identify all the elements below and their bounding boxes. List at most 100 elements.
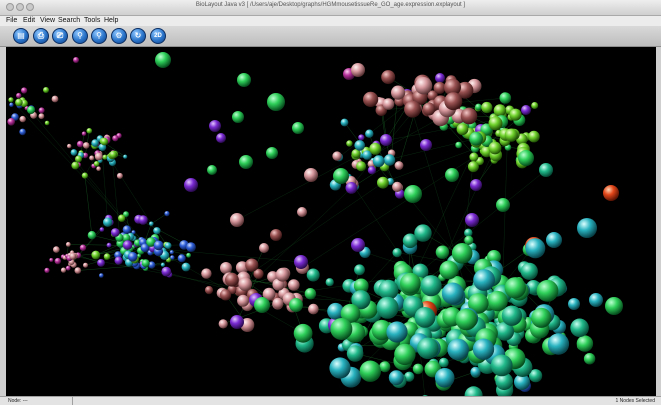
graph-node[interactable] [577, 218, 597, 238]
graph-node[interactable] [91, 139, 99, 147]
graph-node[interactable] [456, 309, 478, 331]
graph-node[interactable] [521, 105, 531, 115]
graph-node[interactable] [386, 321, 407, 342]
graph-node[interactable] [20, 116, 26, 122]
graph-node[interactable] [230, 213, 244, 227]
graph-node[interactable] [305, 288, 316, 299]
graph-node[interactable] [44, 268, 49, 273]
graph-node[interactable] [43, 87, 49, 93]
graph-node[interactable] [494, 104, 506, 116]
graph-node[interactable] [354, 264, 365, 275]
graph-node[interactable] [346, 140, 352, 146]
graph-node[interactable] [27, 106, 35, 114]
zoom-button[interactable]: ⚲ [72, 28, 88, 44]
graph-node[interactable] [288, 279, 300, 291]
graph-node[interactable] [71, 149, 78, 156]
graph-node[interactable] [415, 307, 436, 328]
graph-node[interactable] [502, 306, 522, 326]
graph-node[interactable] [365, 130, 373, 138]
rotate-button[interactable]: ↻ [130, 28, 146, 44]
graph-node[interactable] [304, 168, 318, 182]
graph-node[interactable] [82, 132, 86, 136]
view-2d-button[interactable]: 2D [150, 28, 166, 44]
graph-node[interactable] [153, 227, 160, 234]
graph-node[interactable] [356, 161, 366, 171]
graph-node[interactable] [518, 150, 534, 166]
graph-node[interactable] [123, 240, 133, 250]
graph-node[interactable] [94, 161, 100, 167]
graph-node[interactable] [216, 133, 226, 143]
print-button[interactable]: ⎚ [52, 28, 68, 44]
graph-node[interactable] [464, 236, 473, 245]
graph-node[interactable] [539, 163, 553, 177]
graph-node[interactable] [83, 263, 88, 268]
graph-node[interactable] [442, 283, 464, 305]
graph-node[interactable] [413, 364, 424, 375]
graph-node[interactable] [16, 93, 21, 98]
graph-node[interactable] [489, 116, 503, 130]
graph-node[interactable] [95, 153, 103, 161]
graph-node[interactable] [421, 275, 442, 296]
graph-node[interactable] [237, 295, 249, 307]
graph-node[interactable] [99, 273, 104, 278]
graph-node[interactable] [358, 134, 364, 140]
menu-edit[interactable]: Edit [23, 17, 35, 24]
graph-node[interactable] [87, 128, 93, 134]
menu-view[interactable]: View [40, 17, 55, 24]
graph-node[interactable] [326, 278, 334, 286]
graph-node[interactable] [66, 266, 71, 271]
graph-node[interactable] [505, 277, 526, 298]
graph-node[interactable] [308, 304, 319, 315]
graph-node[interactable] [111, 228, 120, 237]
graph-node[interactable] [220, 262, 232, 274]
graph-node[interactable] [21, 87, 27, 93]
graph-node[interactable] [377, 177, 389, 189]
graph-node[interactable] [420, 139, 432, 151]
graph-node[interactable] [273, 298, 284, 309]
graph-node[interactable] [67, 144, 71, 148]
menu-help[interactable]: Help [104, 17, 118, 24]
graph-node[interactable] [346, 182, 358, 194]
graph-node[interactable] [115, 257, 123, 265]
graph-node[interactable] [209, 120, 221, 132]
graph-node[interactable] [297, 207, 307, 217]
graph-node[interactable] [469, 132, 483, 146]
graph-node[interactable] [447, 339, 469, 361]
graph-node[interactable] [333, 168, 349, 184]
graph-node[interactable] [49, 258, 53, 262]
graph-node[interactable] [329, 357, 350, 378]
graph-node[interactable] [66, 242, 71, 247]
graph-node[interactable] [393, 248, 402, 257]
graph-node[interactable] [205, 286, 213, 294]
graph-node[interactable] [589, 293, 603, 307]
graph-node[interactable] [104, 253, 111, 260]
graph-node[interactable] [354, 140, 365, 151]
graph-node[interactable] [475, 104, 482, 111]
graph-node[interactable] [457, 123, 469, 135]
menu-file[interactable]: File [6, 17, 17, 24]
graph-node[interactable] [496, 198, 510, 212]
graph-node[interactable] [414, 224, 431, 241]
zoom-out-button[interactable]: ⚲ [91, 28, 107, 44]
graph-node[interactable] [53, 246, 60, 253]
graph-node[interactable] [19, 129, 26, 136]
graph-node[interactable] [468, 161, 479, 172]
graph-node[interactable] [455, 142, 462, 149]
graph-node[interactable] [267, 93, 285, 111]
graph-node[interactable] [360, 361, 381, 382]
graph-node[interactable] [259, 243, 269, 253]
graph-node[interactable] [537, 280, 559, 302]
graph-node[interactable] [97, 259, 105, 267]
graph-node[interactable] [245, 259, 258, 272]
graph-node[interactable] [404, 185, 422, 203]
graph-node[interactable] [434, 82, 446, 94]
graph-node[interactable] [109, 151, 117, 159]
graph-node[interactable] [161, 267, 171, 277]
graph-node[interactable] [481, 102, 492, 113]
graph-node[interactable] [39, 113, 45, 119]
graph-node[interactable] [123, 155, 127, 159]
graph-node[interactable] [341, 119, 349, 127]
graph-node[interactable] [61, 268, 66, 273]
graph-node[interactable] [294, 324, 313, 343]
graph-node[interactable] [73, 57, 79, 63]
